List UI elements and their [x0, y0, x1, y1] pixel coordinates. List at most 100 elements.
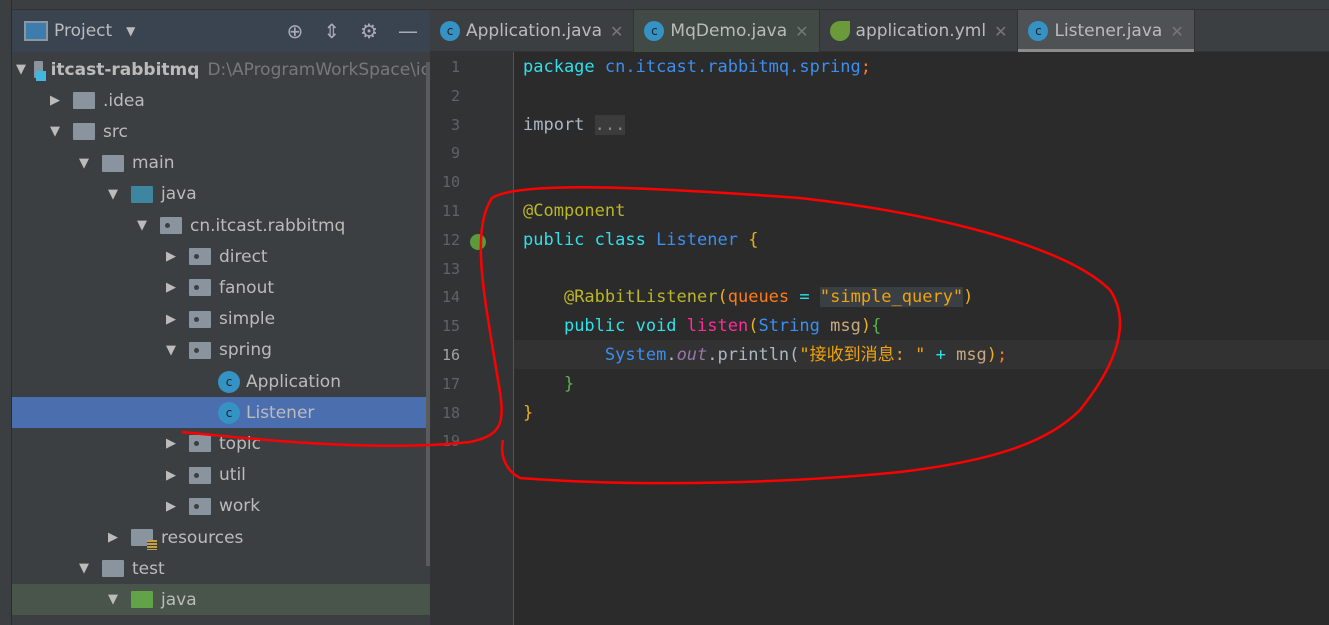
spring-config-icon [829, 21, 850, 41]
tab-application-java[interactable]: c Application.java ✕ [430, 10, 635, 52]
expanded-arrow-icon[interactable]: ▼ [103, 187, 123, 202]
collapsed-arrow-icon[interactable]: ▶ [103, 530, 123, 545]
tree-item[interactable]: ▶ resources [12, 522, 430, 553]
package-icon [189, 279, 211, 297]
folder-icon [73, 92, 95, 110]
code-editor[interactable]: package cn.itcast.rabbitmq.spring; import… [514, 52, 1329, 625]
line-number: 17 [441, 374, 460, 393]
collapse-icon[interactable]: ⇕ [323, 19, 340, 43]
line-gutter: 1 2 3 9 10 11 12 13 14 15 16 17 18 19 [430, 52, 514, 625]
test-folder-icon [131, 591, 153, 609]
tab-label: Application.java [466, 21, 603, 41]
line-number: 9 [450, 144, 460, 163]
tree-item[interactable]: c Application [12, 366, 430, 397]
expanded-arrow-icon[interactable]: ▼ [161, 343, 181, 358]
expanded-arrow-icon[interactable]: ▼ [132, 218, 152, 233]
code-token: ) [963, 287, 974, 308]
collapsed-arrow-icon[interactable]: ▶ [161, 436, 181, 451]
locate-icon[interactable]: ⊕ [287, 19, 304, 43]
tree-item[interactable]: ▼ main [12, 148, 430, 179]
tree-item[interactable]: ▶ direct [12, 241, 430, 272]
code-line: System.out.println("接收到消息: " + msg); [523, 341, 1007, 370]
folder-icon [102, 154, 124, 172]
tree-item-label: test [132, 558, 165, 579]
code-line: @Component [523, 197, 625, 226]
tree-item[interactable]: c Listener [12, 397, 430, 429]
code-token: . [666, 345, 677, 365]
class-icon: c [218, 401, 240, 424]
tab-label: application.yml [855, 21, 987, 41]
spring-bean-icon[interactable] [470, 234, 486, 250]
line-number: 18 [441, 403, 460, 422]
package-icon [189, 497, 211, 515]
package-icon [189, 248, 211, 266]
code-token: import [523, 114, 595, 135]
close-icon[interactable]: ✕ [1170, 22, 1183, 41]
code-token: out [676, 345, 708, 365]
tab-mqdemo-java[interactable]: c MqDemo.java ✕ [634, 10, 820, 52]
tree-item[interactable]: ▶ fanout [12, 272, 430, 303]
code-token: + [935, 345, 957, 365]
collapsed-arrow-icon[interactable]: ▶ [161, 249, 181, 264]
close-icon[interactable]: ✕ [994, 22, 1007, 41]
tree-item[interactable]: ▼ src [12, 116, 430, 147]
spring-boot-class-icon: c [440, 21, 460, 41]
code-token: msg [830, 316, 861, 337]
project-view-selector[interactable]: Project [54, 21, 112, 41]
folder-icon [102, 560, 124, 578]
tree-item[interactable]: ▼ test [12, 553, 430, 584]
tree-item[interactable]: ▶ util [12, 460, 430, 491]
expanded-arrow-icon[interactable]: ▼ [103, 592, 123, 607]
tree-item[interactable]: ▶ simple [12, 304, 430, 335]
collapsed-arrow-icon[interactable]: ▶ [45, 93, 65, 108]
project-panel-header: Project ▼ ⊕ ⇕ ⚙ — [12, 10, 430, 52]
tree-item-label: simple [219, 309, 276, 330]
tree-item[interactable]: ▼ cn.itcast.rabbitmq [12, 210, 430, 241]
collapsed-arrow-icon[interactable]: ▶ [161, 499, 181, 514]
tree-item[interactable]: ▶ topic [12, 428, 430, 459]
code-token: ( [748, 316, 759, 337]
package-icon [160, 217, 182, 234]
tree-item-label: resources [161, 527, 244, 548]
tree-item[interactable]: ▼ itcast-rabbitmq D:\AProgramWorkSpace\ic [12, 54, 430, 85]
project-panel: Project ▼ ⊕ ⇕ ⚙ — ▼ itcast-rabbitmq D:\APr… [12, 10, 442, 625]
tree-item[interactable]: ▶ .idea [12, 85, 430, 116]
spring-boot-class-icon: c [218, 370, 240, 393]
chevron-down-icon[interactable]: ▼ [126, 24, 135, 38]
tab-label: MqDemo.java [670, 21, 788, 41]
expanded-arrow-icon[interactable]: ▼ [16, 62, 26, 77]
expanded-arrow-icon[interactable]: ▼ [74, 156, 94, 171]
code-token: ( [717, 287, 728, 308]
code-token: queues [727, 287, 800, 308]
collapsed-arrow-icon[interactable]: ▶ [161, 312, 181, 327]
tree-item-label: Application [246, 371, 341, 392]
tree-item[interactable]: ▼ spring [12, 335, 430, 366]
close-icon[interactable]: ✕ [795, 22, 808, 41]
collapsed-arrow-icon[interactable]: ▶ [161, 468, 181, 483]
expanded-arrow-icon[interactable]: ▼ [45, 124, 65, 139]
code-token: .println( [707, 345, 800, 365]
code-line: } [523, 370, 574, 399]
package-icon [189, 310, 211, 328]
class-icon: c [1028, 21, 1049, 41]
gear-icon[interactable]: ⚙ [360, 19, 378, 43]
line-number: 3 [450, 115, 460, 134]
tab-listener-java[interactable]: c Listener.java ✕ [1018, 10, 1195, 52]
minimize-icon[interactable]: — [398, 19, 418, 43]
line-number: 15 [441, 317, 460, 336]
close-icon[interactable]: ✕ [610, 22, 623, 41]
tree-item[interactable]: ▼ java [12, 179, 430, 210]
tree-item-label: fanout [219, 277, 275, 298]
collapsed-arrow-icon[interactable]: ▶ [161, 280, 181, 295]
tree-item[interactable]: ▶ work [12, 491, 430, 522]
expanded-arrow-icon[interactable]: ▼ [74, 561, 94, 576]
project-path: D:\AProgramWorkSpace\ic [207, 59, 430, 80]
code-token: ) [986, 345, 998, 365]
folder-icon [73, 123, 95, 141]
tab-application-yml[interactable]: application.yml ✕ [820, 10, 1019, 52]
tree-item[interactable]: ▼ java [12, 584, 430, 616]
package-icon [189, 435, 211, 453]
code-token: { [748, 229, 759, 250]
